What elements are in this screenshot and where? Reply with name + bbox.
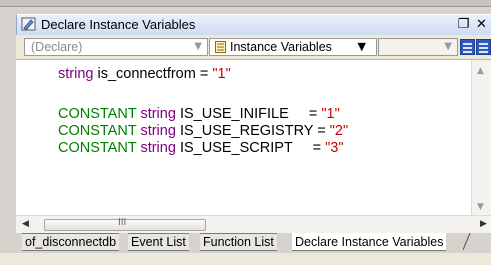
tab-of-disconnectdb[interactable]: of_disconnectdb xyxy=(22,233,120,251)
window-titlebar[interactable]: Declare Instance Variables ❐ ✕ xyxy=(16,14,491,36)
horizontal-scrollbar[interactable]: ◀ III ▶ xyxy=(16,215,491,234)
app-frame: Declare Instance Variables ❐ ✕ (Declare)… xyxy=(0,0,491,265)
extra-dropdown[interactable]: ▼ xyxy=(378,38,458,56)
scrollbar-grip: III xyxy=(118,217,127,228)
close-icon[interactable]: ✕ xyxy=(475,18,488,31)
scroll-left-icon[interactable]: ◀ xyxy=(22,219,29,229)
code-line: CONSTANT string IS_USE_SCRIPT = "3" xyxy=(58,140,344,156)
vertical-scrollbar[interactable]: ▲ ▼ xyxy=(471,60,491,215)
code-editor[interactable]: string is_connectfrom = "1" CONSTANT str… xyxy=(16,60,471,215)
script-toolbar: (Declare) ▼ Instance Variables ▼ ▼ xyxy=(16,35,491,60)
layout-icon[interactable] xyxy=(476,39,491,55)
code-line: CONSTANT string IS_USE_INIFILE = "1" xyxy=(58,106,340,122)
tab-event-list[interactable]: Event List xyxy=(128,233,189,251)
tab-declare-instance-variables[interactable]: Declare Instance Variables xyxy=(292,233,447,251)
scrollbar-thumb[interactable]: III xyxy=(44,217,206,231)
tab-label: Declare Instance Variables xyxy=(295,235,444,249)
bottom-strip xyxy=(0,253,491,265)
layout-icon[interactable] xyxy=(460,39,475,55)
tab-edge xyxy=(463,233,471,251)
code-line: CONSTANT string IS_USE_REGISTRY = "2" xyxy=(58,123,349,139)
tab-label: Event List xyxy=(131,235,186,249)
script-window-icon xyxy=(21,17,36,31)
restore-icon[interactable]: ❐ xyxy=(457,18,470,31)
script-tab-bar: of_disconnectdb Event List Function List… xyxy=(16,233,491,253)
chevron-down-icon: ▼ xyxy=(194,41,202,52)
object-dropdown[interactable]: (Declare) ▼ xyxy=(24,38,208,56)
object-dropdown-value: (Declare) xyxy=(31,40,83,54)
instance-variables-icon xyxy=(215,41,226,53)
tab-function-list[interactable]: Function List xyxy=(200,233,277,251)
chevron-down-icon: ▼ xyxy=(357,40,366,53)
scroll-down-icon[interactable]: ▼ xyxy=(477,202,484,212)
event-dropdown[interactable]: Instance Variables ▼ xyxy=(209,38,377,56)
tab-label: Function List xyxy=(203,235,274,249)
tab-label: of_disconnectdb xyxy=(25,235,117,249)
event-dropdown-value: Instance Variables xyxy=(230,40,332,54)
code-line: string is_connectfrom = "1" xyxy=(58,66,231,82)
scroll-up-icon[interactable]: ▲ xyxy=(477,66,484,76)
scroll-right-icon[interactable]: ▶ xyxy=(480,219,487,229)
window-title: Declare Instance Variables xyxy=(41,17,196,32)
top-strip xyxy=(0,0,491,7)
chevron-down-icon: ▼ xyxy=(444,41,452,52)
